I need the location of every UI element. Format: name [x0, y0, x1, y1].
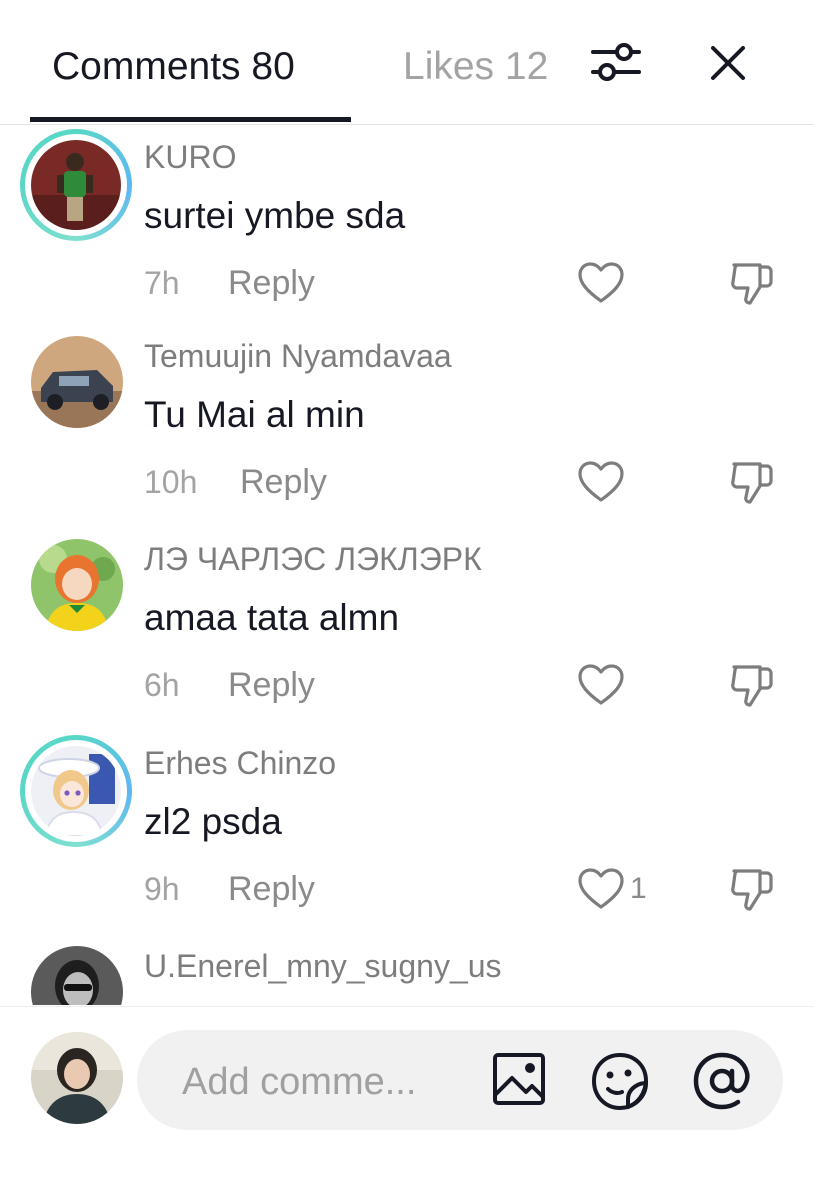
comments-sheet: Comments 80 Likes 12 KURO surtei ymbe sd… — [0, 0, 814, 1200]
thumbs-down-icon[interactable] — [727, 660, 777, 710]
comment-username[interactable]: KURO — [144, 137, 236, 177]
thumbs-down-icon[interactable] — [727, 258, 777, 308]
avatar[interactable] — [31, 946, 123, 1005]
reply-button[interactable]: Reply — [228, 263, 315, 303]
comment-time: 9h — [144, 871, 180, 907]
comment-composer: Add comme... — [0, 1006, 814, 1200]
comment-time: 6h — [144, 667, 180, 703]
comment-input-placeholder: Add comme... — [182, 1061, 417, 1103]
comment-text: Tu Mai al min — [144, 394, 365, 435]
avatar[interactable] — [31, 746, 121, 836]
emoji-sticker-icon[interactable] — [590, 1051, 650, 1111]
comment-list[interactable]: KURO surtei ymbe sda 7h Reply Temuujin N… — [0, 125, 814, 1005]
reply-button[interactable]: Reply — [228, 665, 315, 705]
avatar[interactable] — [31, 539, 123, 631]
tab-comments[interactable]: Comments 80 — [52, 44, 295, 90]
comment-item: U.Enerel_mny_sugny_us — [0, 942, 814, 1005]
my-avatar[interactable] — [31, 1032, 123, 1124]
close-icon[interactable] — [706, 41, 750, 85]
comment-username[interactable]: U.Enerel_mny_sugny_us — [144, 946, 502, 986]
comment-username[interactable]: Erhes Chinzo — [144, 743, 336, 783]
heart-icon[interactable] — [577, 261, 625, 305]
tab-likes[interactable]: Likes 12 — [403, 44, 555, 90]
comment-text: surtei ymbe sda — [144, 195, 406, 236]
comment-item: ЛЭ ЧАРЛЭС ЛЭКЛЭРК amaa tata almn 6h Repl… — [0, 535, 814, 739]
comment-item: KURO surtei ymbe sda 7h Reply — [0, 129, 814, 337]
comment-item: Erhes Chinzo zl2 psda 9h Reply 1 — [0, 735, 814, 943]
at-mention-icon[interactable] — [692, 1051, 752, 1111]
comments-header: Comments 80 Likes 12 — [0, 0, 814, 125]
comment-time: 10h — [144, 464, 198, 500]
heart-icon[interactable] — [577, 663, 625, 707]
comment-text: zl2 psda — [144, 801, 282, 842]
comment-text: amaa tata almn — [144, 597, 400, 638]
sliders-icon[interactable] — [590, 38, 642, 86]
heart-icon[interactable] — [577, 867, 625, 911]
image-icon[interactable] — [492, 1052, 546, 1106]
comment-time: 7h — [144, 265, 180, 301]
avatar[interactable] — [31, 336, 123, 428]
active-tab-indicator — [30, 117, 351, 122]
reply-button[interactable]: Reply — [240, 462, 327, 502]
comment-username[interactable]: Temuujin Nyamdavaa — [144, 336, 452, 376]
reply-button[interactable]: Reply — [228, 869, 315, 909]
thumbs-down-icon[interactable] — [727, 457, 777, 507]
heart-icon[interactable] — [577, 460, 625, 504]
like-count: 1 — [630, 872, 647, 905]
comment-username[interactable]: ЛЭ ЧАРЛЭС ЛЭКЛЭРК — [144, 539, 482, 579]
avatar[interactable] — [31, 140, 121, 230]
thumbs-down-icon[interactable] — [727, 864, 777, 914]
comment-item: Temuujin Nyamdavaa Tu Mai al min 10h Rep… — [0, 332, 814, 536]
